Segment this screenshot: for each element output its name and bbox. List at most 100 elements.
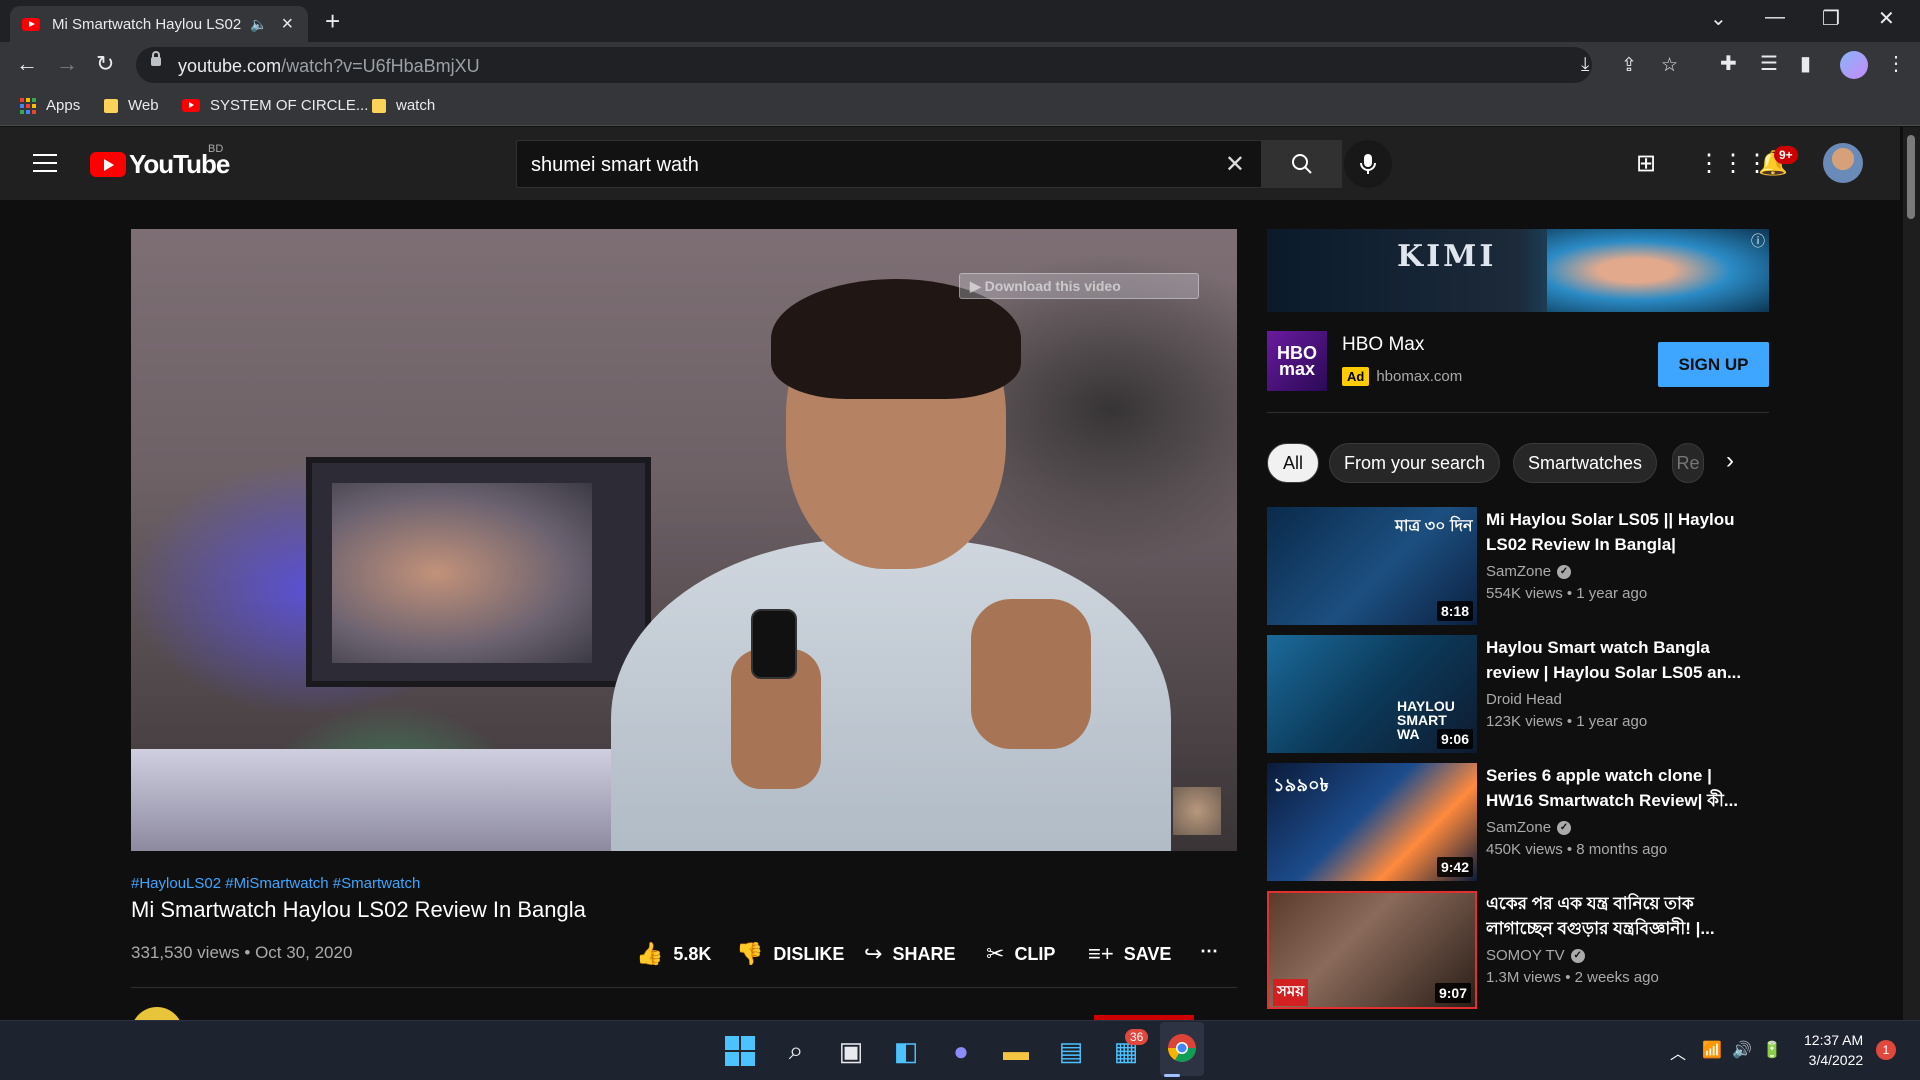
file-explorer-icon[interactable]: ▬ — [1000, 1035, 1032, 1067]
share-button[interactable]: ↪ SHARE — [864, 941, 955, 967]
microphone-icon — [1360, 154, 1376, 174]
reload-icon[interactable]: ↻ — [96, 51, 114, 77]
minimize-button[interactable]: — — [1765, 6, 1785, 29]
chip-smartwatches[interactable]: Smartwatches — [1513, 443, 1658, 483]
channel-watermark[interactable] — [1173, 787, 1221, 835]
new-tab-button[interactable]: + — [325, 6, 340, 37]
account-avatar[interactable] — [1823, 143, 1863, 183]
clear-search-icon[interactable]: ✕ — [1225, 150, 1245, 179]
browser-tab-active[interactable]: Mi Smartwatch Haylou LS02 🔈 × — [10, 6, 308, 42]
recommendation-channel[interactable]: SOMOY TV ✓ — [1486, 947, 1585, 964]
hbo-max-logo[interactable]: HBO max — [1267, 331, 1327, 391]
ad-info-icon[interactable]: ⓘ — [1751, 231, 1765, 251]
verified-check-icon: ✓ — [1557, 820, 1572, 835]
close-window-button[interactable]: ✕ — [1878, 6, 1895, 31]
chrome-taskbar-button[interactable] — [1160, 1022, 1204, 1076]
list-item[interactable]: মাত্র ৩০ দিন 8:18 Mi Haylou Solar LS05 |… — [1267, 507, 1767, 625]
recommendation-title[interactable]: একের পর এক যন্ত্র বানিয়ে তাক লাগাচ্ছেন … — [1486, 891, 1746, 941]
bookmark-system-of-circle[interactable]: SYSTEM OF CIRCLE... — [182, 97, 368, 114]
clip-button[interactable]: ✂ CLIP — [986, 941, 1055, 967]
recommendation-title[interactable]: Series 6 apple watch clone | HW16 Smartw… — [1486, 763, 1746, 813]
recommendation-title[interactable]: Haylou Smart watch Bangla review | Haylo… — [1486, 635, 1746, 685]
notepad-icon[interactable]: ▤ — [1055, 1035, 1087, 1067]
list-item[interactable]: সময় 9:07 একের পর এক যন্ত্র বানিয়ে তাক … — [1267, 891, 1767, 1009]
chevron-right-icon[interactable]: › — [1726, 447, 1734, 475]
video-thumbnail[interactable]: ১৯৯০৳ 9:42 — [1267, 763, 1477, 881]
back-arrow-icon[interactable]: ← — [16, 51, 38, 77]
youtube-logo[interactable]: YouTube BD — [90, 143, 230, 180]
list-item[interactable]: HAYLOU SMART WA 9:06 Haylou Smart watch … — [1267, 635, 1767, 753]
install-app-icon[interactable]: ⤓ — [1581, 54, 1589, 76]
extensions-puzzle-icon[interactable]: ✚ — [1720, 51, 1737, 76]
tab-search-chevron-icon[interactable]: ⌄ — [1710, 6, 1727, 31]
create-video-icon[interactable]: ⊞ — [1636, 149, 1656, 178]
forward-arrow-icon[interactable]: → — [56, 51, 78, 77]
chrome-icon — [1168, 1034, 1196, 1062]
url-text[interactable]: youtube.com/watch?v=U6fHbaBmjXU — [178, 56, 480, 77]
video-player[interactable]: ▶ Download this video — [131, 229, 1237, 851]
video-thumbnail[interactable]: সময় 9:07 — [1267, 891, 1477, 1009]
video-frame-presenter — [611, 279, 1171, 851]
sign-up-button[interactable]: SIGN UP — [1658, 342, 1769, 387]
battery-icon[interactable]: 🔋 — [1762, 1040, 1782, 1060]
like-button[interactable]: 👍 5.8K — [636, 941, 711, 967]
bookmark-watch[interactable]: watch — [372, 97, 435, 114]
recommendation-meta: 1.3M views • 2 weeks ago — [1486, 969, 1659, 986]
country-code: BD — [208, 143, 224, 155]
video-hashtags[interactable]: #HaylouLS02 #MiSmartwatch #Smartwatch — [131, 875, 420, 892]
maximize-button[interactable]: ❐ — [1822, 6, 1840, 31]
volume-icon[interactable]: 🔊 — [1732, 1040, 1752, 1060]
search-button[interactable] — [1262, 140, 1342, 188]
recommendation-channel[interactable]: SamZone ✓ — [1486, 563, 1572, 580]
wifi-icon[interactable]: 📶 — [1702, 1040, 1722, 1060]
duration-badge: 8:18 — [1436, 601, 1473, 621]
task-view-icon[interactable]: ▣ — [835, 1035, 867, 1067]
ad-banner-image[interactable]: KIMI ⓘ — [1267, 229, 1769, 312]
recommendation-meta: 450K views • 8 months ago — [1486, 841, 1668, 858]
recommendation-channel[interactable]: SamZone ✓ — [1486, 819, 1572, 836]
address-bar[interactable]: youtube.com/watch?v=U6fHbaBmjXU ⤓ ⇪ ☆ — [136, 47, 1678, 83]
recommendation-channel[interactable]: Droid Head — [1486, 691, 1562, 708]
bookmark-web[interactable]: Web — [104, 97, 159, 114]
recommendation-meta: 123K views • 1 year ago — [1486, 713, 1648, 730]
chip-from-your-search[interactable]: From your search — [1329, 443, 1501, 483]
search-icon[interactable]: ⌕ — [780, 1035, 812, 1067]
recommendation-title[interactable]: Mi Haylou Solar LS05 || Haylou LS02 Revi… — [1486, 507, 1746, 557]
browser-profile-avatar[interactable] — [1840, 51, 1868, 79]
chip-all[interactable]: All — [1267, 443, 1319, 483]
download-video-overlay[interactable]: ▶ Download this video — [959, 273, 1199, 299]
teams-chat-icon[interactable]: ● — [945, 1035, 977, 1067]
page-scrollbar[interactable] — [1903, 127, 1920, 1020]
browser-menu-icon[interactable]: ⋮ — [1886, 51, 1906, 76]
bookmark-apps[interactable]: Apps — [20, 97, 80, 114]
channel-avatar[interactable] — [131, 1007, 183, 1020]
more-horizontal-icon: ⋯ — [1200, 941, 1218, 961]
save-button[interactable]: ≡+ SAVE — [1088, 941, 1171, 967]
video-thumbnail[interactable]: HAYLOU SMART WA 9:06 — [1267, 635, 1477, 753]
widgets-icon[interactable]: ◧ — [890, 1035, 922, 1067]
list-item[interactable]: ১৯৯০৳ 9:42 Series 6 apple watch clone | … — [1267, 763, 1767, 881]
hamburger-menu-icon[interactable] — [33, 154, 57, 178]
lock-icon[interactable] — [151, 51, 161, 66]
share-page-icon[interactable]: ⇪ — [1621, 54, 1637, 77]
dislike-button[interactable]: 👎 DISLIKE — [736, 941, 844, 967]
side-panel-icon[interactable]: ▮ — [1800, 51, 1811, 76]
search-input[interactable]: shumei smart wath ✕ — [516, 140, 1262, 188]
windows-start-icon[interactable] — [724, 1035, 756, 1067]
close-tab-icon[interactable]: × — [281, 13, 293, 36]
taskbar-clock[interactable]: 12:37 AM 3/4/2022 — [1804, 1030, 1863, 1070]
notification-center-badge[interactable]: 1 — [1876, 1040, 1896, 1060]
more-actions-button[interactable]: ⋯ — [1200, 941, 1218, 962]
voice-search-button[interactable] — [1344, 140, 1392, 188]
chip-truncated[interactable]: Re — [1672, 443, 1704, 483]
video-thumbnail[interactable]: মাত্র ৩০ দিন 8:18 — [1267, 507, 1477, 625]
search-query[interactable]: shumei smart wath — [531, 154, 699, 177]
notification-badge: 9+ — [1774, 146, 1798, 164]
show-hidden-icons-chevron-icon[interactable]: ︿ — [1670, 1040, 1686, 1064]
bookmark-star-icon[interactable]: ☆ — [1661, 54, 1678, 77]
advertiser-name[interactable]: HBO Max — [1342, 334, 1424, 356]
verified-check-icon: ✓ — [1570, 948, 1585, 963]
speaker-icon[interactable]: 🔈 — [250, 16, 267, 33]
media-queue-icon[interactable]: ☰ — [1760, 51, 1778, 76]
scrollbar-thumb[interactable] — [1907, 135, 1915, 219]
